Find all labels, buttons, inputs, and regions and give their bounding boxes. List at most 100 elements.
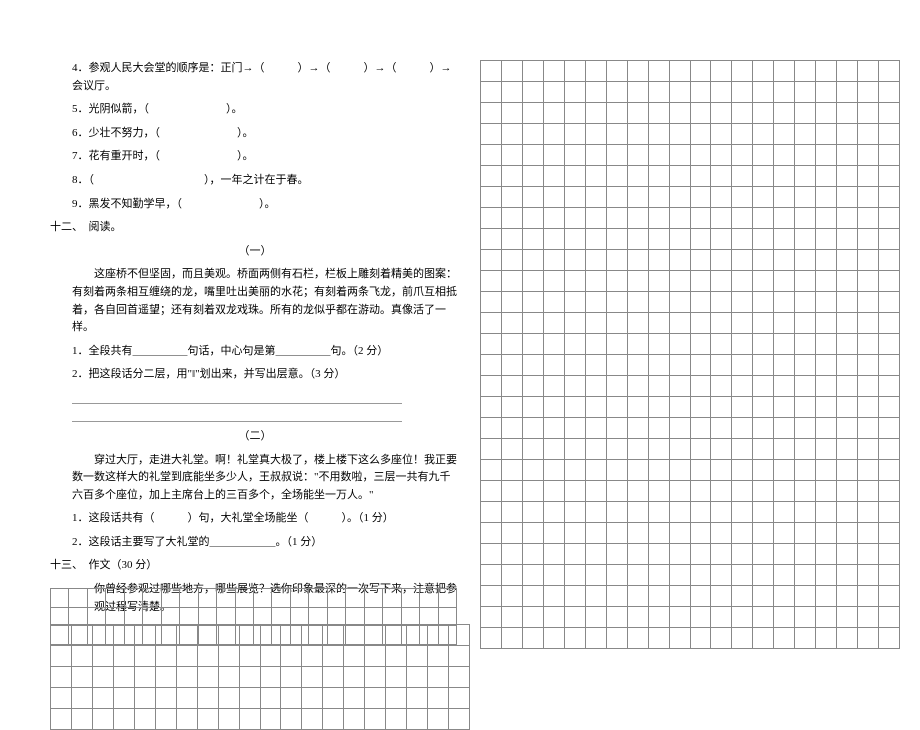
grid-cell[interactable] xyxy=(753,82,774,103)
grid-cell[interactable] xyxy=(649,502,670,523)
grid-cell[interactable] xyxy=(670,376,691,397)
grid-cell[interactable] xyxy=(628,418,649,439)
grid-cell[interactable] xyxy=(670,355,691,376)
grid-cell[interactable] xyxy=(607,523,628,544)
grid-cell[interactable] xyxy=(774,124,795,145)
grid-cell[interactable] xyxy=(837,397,858,418)
grid-cell[interactable] xyxy=(691,292,712,313)
grid-cell[interactable] xyxy=(607,565,628,586)
grid-cell[interactable] xyxy=(523,607,544,628)
grid-cell[interactable] xyxy=(858,355,879,376)
grid-cell[interactable] xyxy=(649,565,670,586)
grid-cell[interactable] xyxy=(502,145,523,166)
grid-cell[interactable] xyxy=(753,250,774,271)
grid-cell[interactable] xyxy=(281,646,302,667)
grid-cell[interactable] xyxy=(774,145,795,166)
grid-cell[interactable] xyxy=(281,688,302,709)
grid-cell[interactable] xyxy=(711,187,732,208)
grid-cell[interactable] xyxy=(323,709,344,730)
grid-cell[interactable] xyxy=(439,626,457,645)
grid-cell[interactable] xyxy=(628,502,649,523)
grid-cell[interactable] xyxy=(628,208,649,229)
grid-cell[interactable] xyxy=(774,460,795,481)
grid-cell[interactable] xyxy=(502,166,523,187)
grid-cell[interactable] xyxy=(732,460,753,481)
grid-cell[interactable] xyxy=(753,481,774,502)
grid-cell[interactable] xyxy=(628,124,649,145)
grid-cell[interactable] xyxy=(858,586,879,607)
grid-cell[interactable] xyxy=(607,607,628,628)
grid-cell[interactable] xyxy=(879,166,900,187)
grid-cell[interactable] xyxy=(240,646,261,667)
grid-cell[interactable] xyxy=(649,628,670,649)
grid-cell[interactable] xyxy=(586,229,607,250)
grid-cell[interactable] xyxy=(523,271,544,292)
grid-cell[interactable] xyxy=(502,124,523,145)
grid-cell[interactable] xyxy=(670,292,691,313)
grid-cell[interactable] xyxy=(143,589,161,608)
grid-cell[interactable] xyxy=(565,439,586,460)
grid-cell[interactable] xyxy=(565,103,586,124)
grid-cell[interactable] xyxy=(481,166,502,187)
grid-cell[interactable] xyxy=(879,208,900,229)
grid-cell[interactable] xyxy=(649,187,670,208)
grid-cell[interactable] xyxy=(711,250,732,271)
grid-cell[interactable] xyxy=(670,103,691,124)
grid-cell[interactable] xyxy=(795,523,816,544)
grid-cell[interactable] xyxy=(481,481,502,502)
grid-cell[interactable] xyxy=(732,208,753,229)
grid-cell[interactable] xyxy=(879,502,900,523)
grid-cell[interactable] xyxy=(565,271,586,292)
grid-cell[interactable] xyxy=(523,481,544,502)
grid-cell[interactable] xyxy=(481,418,502,439)
grid-cell[interactable] xyxy=(481,565,502,586)
grid-cell[interactable] xyxy=(502,502,523,523)
grid-cell[interactable] xyxy=(180,608,198,627)
grid-cell[interactable] xyxy=(481,355,502,376)
grid-cell[interactable] xyxy=(670,229,691,250)
grid-cell[interactable] xyxy=(649,523,670,544)
grid-cell[interactable] xyxy=(649,481,670,502)
grid-cell[interactable] xyxy=(523,145,544,166)
grid-cell[interactable] xyxy=(502,187,523,208)
grid-cell[interactable] xyxy=(774,208,795,229)
grid-cell[interactable] xyxy=(607,82,628,103)
grid-cell[interactable] xyxy=(586,565,607,586)
grid-cell[interactable] xyxy=(199,608,217,627)
grid-cell[interactable] xyxy=(449,667,470,688)
grid-cell[interactable] xyxy=(114,688,135,709)
grid-cell[interactable] xyxy=(753,376,774,397)
grid-cell[interactable] xyxy=(858,313,879,334)
grid-cell[interactable] xyxy=(607,439,628,460)
grid-cell[interactable] xyxy=(879,313,900,334)
grid-cell[interactable] xyxy=(879,292,900,313)
grid-cell[interactable] xyxy=(272,608,290,627)
grid-cell[interactable] xyxy=(837,250,858,271)
grid-cell[interactable] xyxy=(837,544,858,565)
grid-cell[interactable] xyxy=(607,208,628,229)
grid-cell[interactable] xyxy=(328,589,346,608)
grid-cell[interactable] xyxy=(732,82,753,103)
grid-cell[interactable] xyxy=(51,608,69,627)
grid-cell[interactable] xyxy=(628,82,649,103)
grid-cell[interactable] xyxy=(858,460,879,481)
grid-cell[interactable] xyxy=(649,313,670,334)
grid-cell[interactable] xyxy=(795,334,816,355)
grid-cell[interactable] xyxy=(753,418,774,439)
grid-cell[interactable] xyxy=(544,565,565,586)
grid-cell[interactable] xyxy=(774,292,795,313)
grid-cell[interactable] xyxy=(753,229,774,250)
grid-cell[interactable] xyxy=(628,481,649,502)
grid-cell[interactable] xyxy=(774,334,795,355)
grid-cell[interactable] xyxy=(795,313,816,334)
grid-cell[interactable] xyxy=(93,688,114,709)
grid-cell[interactable] xyxy=(449,646,470,667)
grid-cell[interactable] xyxy=(670,334,691,355)
grid-cell[interactable] xyxy=(502,544,523,565)
grid-cell[interactable] xyxy=(261,667,282,688)
grid-cell[interactable] xyxy=(858,376,879,397)
grid-cell[interactable] xyxy=(795,229,816,250)
grid-cell[interactable] xyxy=(523,544,544,565)
grid-cell[interactable] xyxy=(544,355,565,376)
grid-cell[interactable] xyxy=(302,646,323,667)
